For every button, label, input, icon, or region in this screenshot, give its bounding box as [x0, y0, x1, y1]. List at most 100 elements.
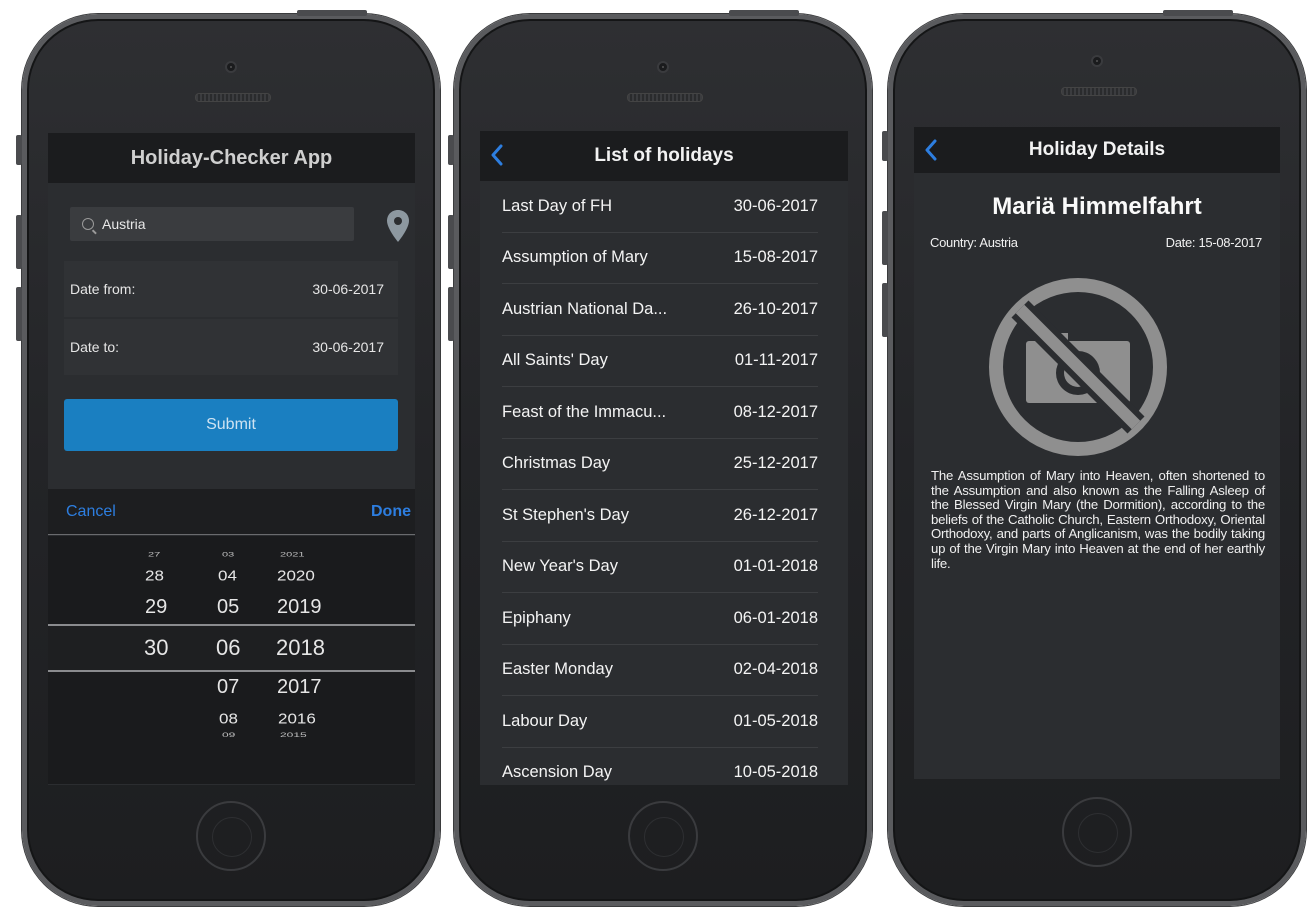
date-picker-wheel[interactable]: 27 28 29 30 03 04 05 06 07 08 09 2021 20… [48, 536, 415, 784]
picker-day: 28 [145, 567, 164, 584]
picker-day: 27 [148, 551, 161, 559]
search-icon [82, 218, 94, 230]
date-to-label: Date to: [70, 339, 120, 355]
side-button [882, 211, 888, 265]
date-text: Date: 15-08-2017 [1165, 235, 1263, 250]
holiday-row[interactable]: Christmas Day 25-12-2017 [502, 439, 818, 490]
side-button [16, 215, 22, 269]
search-row: Austria [48, 183, 415, 261]
country-text: Country: Austria [930, 235, 1018, 250]
picker-year: 2019 [277, 596, 322, 618]
picker-year: 2016 [278, 710, 316, 727]
side-button [16, 135, 22, 165]
side-button [448, 135, 454, 165]
picker-month: 09 [222, 731, 236, 739]
holiday-row[interactable]: Easter Monday 02-04-2018 [502, 645, 818, 696]
picker-year: 2021 [280, 551, 305, 559]
holiday-name: Last Day of FH [502, 196, 613, 215]
list-header: List of holidays [480, 131, 848, 181]
holiday-row[interactable]: Epiphany 06-01-2018 [502, 593, 818, 645]
holiday-name: Christmas Day [502, 454, 611, 473]
picker-month: 08 [219, 710, 238, 727]
date-to-field[interactable]: Date to: 30-06-2017 [64, 319, 398, 375]
picker-year: 2020 [277, 567, 315, 584]
picker-month: 07 [217, 676, 240, 698]
list-title: List of holidays [594, 145, 734, 166]
side-button [882, 283, 888, 337]
side-button [16, 287, 22, 341]
date-from-value: 30-06-2017 [312, 281, 384, 297]
holiday-name: Assumption of Mary [502, 248, 648, 267]
picker-toolbar: Cancel Done [48, 489, 415, 535]
holiday-date: 25-12-2017 [733, 454, 818, 473]
submit-button[interactable]: Submit [64, 399, 398, 451]
holiday-date: 01-05-2018 [733, 711, 818, 730]
holiday-name: All Saints' Day [502, 351, 608, 370]
holiday-name: Easter Monday [502, 660, 613, 679]
holiday-name: Epiphany [502, 608, 571, 627]
holiday-name: St Stephen's Day [502, 505, 629, 524]
phone-frame-list: List of holidays Last Day of FH 30-06-201… [448, 10, 872, 906]
speaker-grille [627, 93, 703, 102]
holiday-name: Ascension Day [502, 763, 613, 782]
picker-year: 2017 [277, 676, 322, 698]
details-title: Holiday Details [1028, 139, 1166, 160]
front-camera [657, 61, 669, 73]
holiday-date: 01-01-2018 [733, 557, 818, 576]
holiday-row[interactable]: St Stephen's Day 26-12-2017 [502, 490, 818, 542]
holiday-list-screen: List of holidays Last Day of FH 30-06-201… [480, 131, 848, 785]
holiday-name-heading: Mariä Himmelfahrt [992, 193, 1202, 220]
side-button [882, 131, 888, 161]
holiday-date: 06-01-2018 [733, 608, 818, 627]
side-button [448, 287, 454, 341]
holiday-date: 01-11-2017 [734, 351, 818, 370]
submit-label: Submit [206, 416, 256, 433]
speaker-grille [1061, 87, 1137, 96]
holiday-row[interactable]: Last Day of FH 30-06-2017 [502, 181, 818, 233]
phone-frame-search: Holiday-Checker App Austria Date from: 3… [16, 10, 440, 906]
holiday-date: 26-10-2017 [733, 299, 818, 318]
home-button[interactable] [1062, 797, 1132, 867]
home-button[interactable] [628, 801, 698, 871]
holiday-name: New Year's Day [502, 557, 618, 576]
home-button[interactable] [196, 801, 266, 871]
holiday-row[interactable]: Ascension Day 10-05-2018 [502, 748, 818, 786]
holiday-list: Last Day of FH 30-06-2017 Assumption of M… [480, 181, 848, 785]
holiday-details-screen: Holiday Details Mariä Himmelfahrt Countr… [914, 127, 1280, 779]
date-to-value: 30-06-2017 [312, 339, 384, 355]
holiday-row[interactable]: Labour Day 01-05-2018 [502, 696, 818, 748]
holiday-name: Austrian National Da... [502, 299, 668, 318]
location-pin-icon[interactable] [386, 209, 410, 243]
back-chevron-icon[interactable] [924, 139, 938, 161]
holiday-description: The Assumption of Mary into Heaven, ofte… [931, 468, 1265, 571]
search-value: Austria [102, 216, 146, 232]
holiday-date: 26-12-2017 [733, 505, 818, 524]
back-chevron-icon[interactable] [490, 144, 504, 166]
date-from-label: Date from: [70, 281, 136, 297]
speaker-grille [195, 93, 271, 102]
holiday-name: Labour Day [502, 711, 588, 730]
details-header: Holiday Details [914, 127, 1280, 173]
holiday-date: 10-05-2018 [733, 763, 818, 782]
holiday-row[interactable]: New Year's Day 01-01-2018 [502, 542, 818, 593]
holiday-meta: Country: Austria Date: 15-08-2017 [930, 235, 1262, 250]
holiday-row[interactable]: Feast of the Immacu... 08-12-2017 [502, 387, 818, 439]
date-from-field[interactable]: Date from: 30-06-2017 [64, 261, 398, 317]
app-title: Holiday-Checker App [130, 146, 333, 169]
holiday-row[interactable]: Austrian National Da... 26-10-2017 [502, 284, 818, 336]
picker-day-selected: 30 [144, 635, 169, 660]
picker-month-selected: 06 [216, 635, 241, 660]
done-button[interactable]: Done [371, 503, 411, 521]
front-camera [225, 61, 237, 73]
holiday-row[interactable]: All Saints' Day 01-11-2017 [502, 336, 818, 387]
holiday-name: Feast of the Immacu... [502, 402, 667, 421]
country-search-input[interactable]: Austria [70, 207, 354, 241]
picker-month: 04 [218, 567, 237, 584]
cancel-button[interactable]: Cancel [66, 503, 116, 521]
holiday-date: 08-12-2017 [733, 402, 818, 421]
holiday-date: 02-04-2018 [733, 660, 818, 679]
search-screen: Holiday-Checker App Austria Date from: 3… [48, 133, 415, 785]
front-camera [1091, 55, 1103, 67]
holiday-row[interactable]: Assumption of Mary 15-08-2017 [502, 233, 818, 284]
holiday-date: 15-08-2017 [733, 248, 818, 267]
